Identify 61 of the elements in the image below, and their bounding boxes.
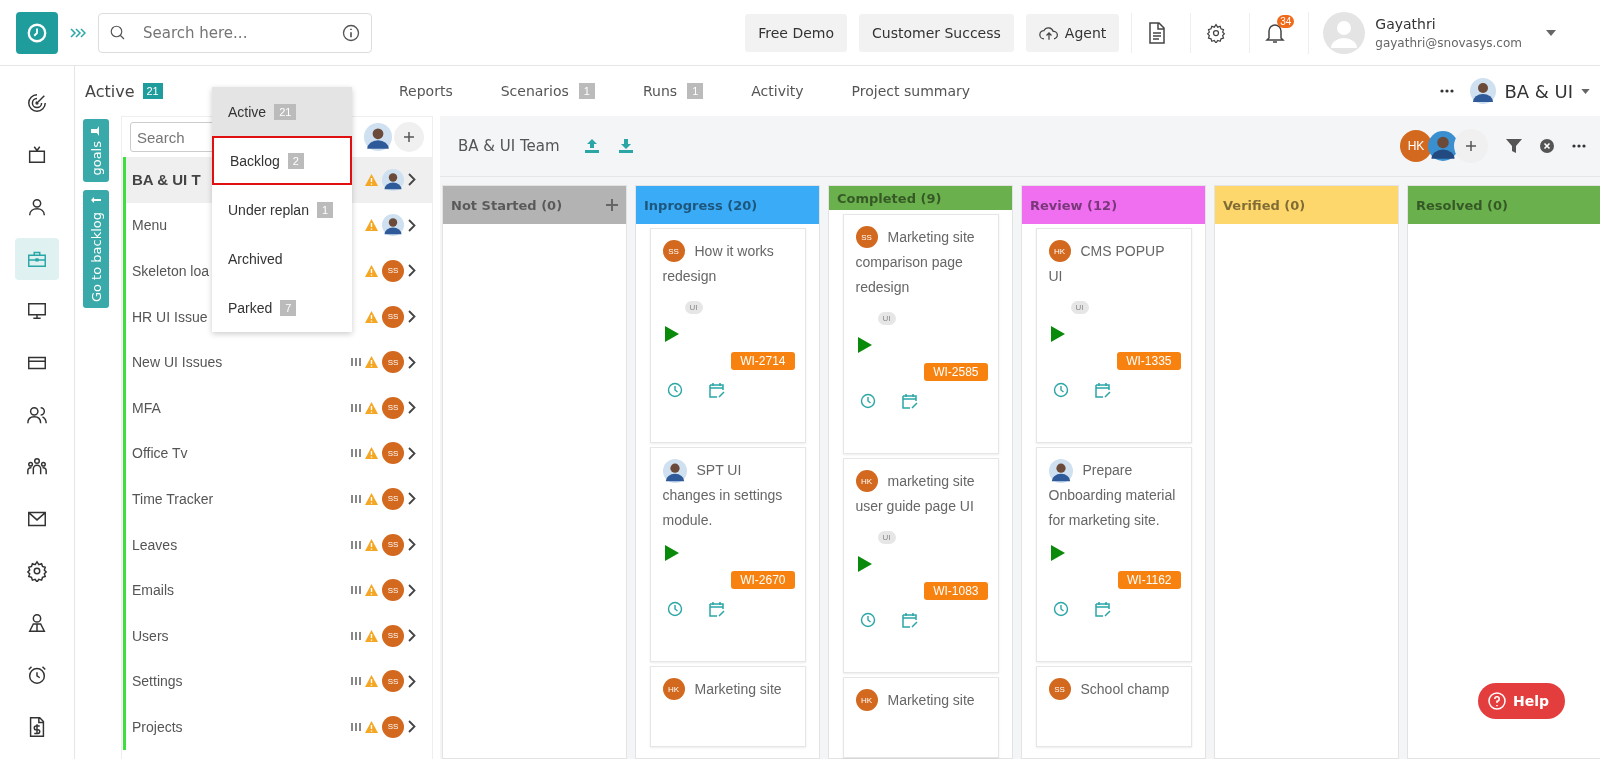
user-name: Gayathri bbox=[1375, 15, 1437, 32]
task-title: HK Marketing site bbox=[662, 677, 795, 702]
initials-avatar: HK bbox=[662, 678, 685, 700]
initials-avatar: SS bbox=[382, 487, 404, 510]
initials-avatar: SS bbox=[382, 579, 404, 602]
goal-name: Settings bbox=[132, 673, 184, 690]
task-title: SPT UI changes in settings module. bbox=[662, 458, 795, 533]
task-title: HK CMS POPUP UI bbox=[1048, 239, 1181, 289]
initials-avatar: SS bbox=[382, 624, 404, 647]
task-tag: UI bbox=[877, 531, 896, 544]
goal-name: Emails bbox=[132, 582, 175, 599]
task-title: Prepare Onboarding material for marketing site. bbox=[1048, 458, 1181, 533]
goal-name: BA & UI T bbox=[132, 171, 202, 189]
task-title: SS School champ bbox=[1048, 677, 1181, 702]
goal-name: Leaves bbox=[132, 536, 179, 553]
initials-avatar: SS bbox=[382, 533, 404, 556]
notification-count: 34 bbox=[1277, 14, 1295, 28]
initials-avatar: SS bbox=[382, 260, 404, 282]
task-title: SS How it works redesign bbox=[662, 239, 795, 289]
status-count: 21 bbox=[274, 103, 297, 120]
column-title: Completed (9) bbox=[837, 190, 943, 206]
column-title: Inprogress (20) bbox=[644, 197, 759, 213]
initials-avatar: HK bbox=[1048, 240, 1071, 262]
status-count: 7 bbox=[280, 299, 297, 316]
column-title: Resolved (0) bbox=[1416, 197, 1509, 213]
initials-avatar: HK bbox=[1400, 130, 1432, 162]
initials-avatar: SS bbox=[382, 715, 404, 738]
goal-name: Menu bbox=[132, 217, 169, 234]
tab-count: 1 bbox=[578, 83, 595, 99]
goal-name: New UI Issues bbox=[132, 354, 224, 371]
task-tag: UI bbox=[1070, 301, 1089, 314]
task-tag: UI bbox=[684, 301, 703, 314]
initials-avatar: SS bbox=[382, 670, 404, 693]
goal-name: Skeleton loa bbox=[132, 263, 211, 279]
user-email: gayathri@snovasys.com bbox=[1375, 35, 1522, 50]
task-title: HK marketing site user guide page UI bbox=[855, 469, 988, 519]
board-title: BA & UI Team bbox=[458, 137, 560, 155]
task-title: SS Marketing site comparison page redesign bbox=[855, 225, 988, 300]
initials-avatar: SS bbox=[382, 305, 404, 328]
initials-avatar: SS bbox=[855, 226, 878, 248]
initials-avatar: SS bbox=[382, 351, 404, 374]
column-title: Verified (0) bbox=[1223, 197, 1307, 213]
task-tag: UI bbox=[877, 312, 896, 325]
initials-avatar: HK bbox=[855, 470, 878, 492]
initials-avatar: SS bbox=[382, 396, 404, 419]
goal-name: Office Tv bbox=[132, 445, 189, 462]
column-title: Review (12) bbox=[1030, 197, 1119, 213]
goal-name: Projects bbox=[132, 718, 184, 735]
column-title: Not Started (0) bbox=[451, 197, 564, 213]
initials-avatar: SS bbox=[382, 442, 404, 465]
status-count: 1 bbox=[316, 201, 334, 218]
initials-avatar: SS bbox=[662, 240, 685, 262]
status-count: 2 bbox=[287, 152, 304, 169]
goal-name: Time Tracker bbox=[132, 490, 215, 507]
initials-avatar: HK bbox=[855, 689, 878, 711]
goal-name: MFA bbox=[132, 399, 162, 416]
task-title: HK Marketing site bbox=[855, 688, 988, 713]
goal-name: Users bbox=[132, 627, 170, 644]
status-count: 21 bbox=[142, 83, 163, 99]
initials-avatar: SS bbox=[1048, 678, 1071, 700]
tab-count: 1 bbox=[687, 83, 704, 99]
